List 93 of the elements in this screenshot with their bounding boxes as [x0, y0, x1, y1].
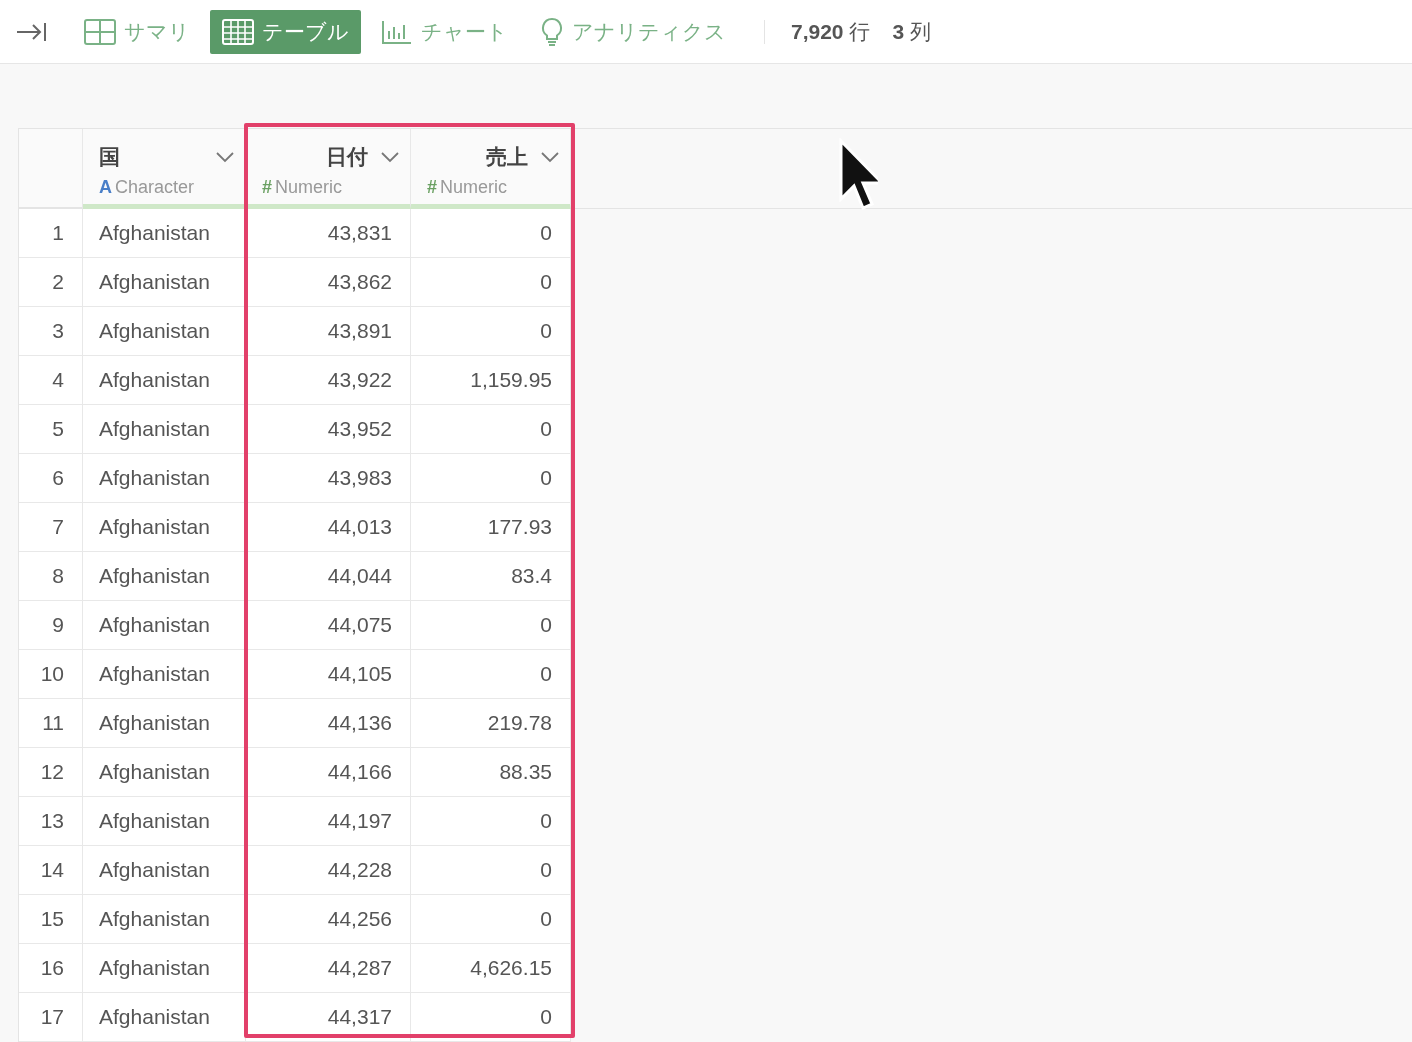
- column-type: Numeric: [440, 177, 508, 198]
- row-number: 1: [19, 209, 83, 258]
- row-number: 7: [19, 503, 83, 552]
- table-cell: Afghanistan: [83, 699, 246, 748]
- table-cell: 0: [411, 895, 571, 944]
- table-cell: 0: [411, 650, 571, 699]
- table-cell: 44,075: [246, 601, 411, 650]
- column-name: 日付: [325, 144, 368, 170]
- table-cell: 177.93: [411, 503, 571, 552]
- table-cell: 0: [411, 846, 571, 895]
- grid-icon: [84, 18, 116, 45]
- table-cell: Afghanistan: [83, 552, 246, 601]
- table-cell: 44,105: [246, 650, 411, 699]
- row-number: 9: [19, 601, 83, 650]
- table-cell: 44,197: [246, 797, 411, 846]
- view-tab[interactable]: テーブル: [210, 9, 361, 54]
- table-cell: 44,287: [246, 944, 411, 993]
- row-number: 11: [19, 699, 83, 748]
- table-cell: 1,159.95: [411, 356, 571, 405]
- column-header[interactable]: 売上 # Numeric: [411, 129, 571, 209]
- table-cell: Afghanistan: [83, 650, 246, 699]
- row-number: 2: [19, 258, 83, 307]
- column-type: Character: [115, 177, 195, 198]
- table-cell: 43,952: [246, 405, 411, 454]
- view-tab[interactable]: チャート: [369, 9, 520, 54]
- table-cell: 43,983: [246, 454, 411, 503]
- row-number: 6: [19, 454, 83, 503]
- table-cell: Afghanistan: [83, 454, 246, 503]
- table-cell: 4,626.15: [411, 944, 571, 993]
- row-number: 17: [19, 993, 83, 1042]
- table-cell: Afghanistan: [83, 797, 246, 846]
- column-type: Numeric: [275, 177, 343, 198]
- chevron-down-icon[interactable]: [380, 151, 400, 163]
- row-number: 10: [19, 650, 83, 699]
- table-cell: 43,862: [246, 258, 411, 307]
- table-cell: Afghanistan: [83, 307, 246, 356]
- table-cell: 43,922: [246, 356, 411, 405]
- lightbulb-icon: [540, 16, 564, 47]
- table-cell: Afghanistan: [83, 405, 246, 454]
- table-cell: 83.4: [411, 552, 571, 601]
- table-cell: 44,317: [246, 993, 411, 1042]
- table-cell: 0: [411, 601, 571, 650]
- column-header[interactable]: 日付 # Numeric: [246, 129, 411, 209]
- table-cell: Afghanistan: [83, 601, 246, 650]
- mouse-pointer-icon: [838, 138, 878, 212]
- table-cell: 44,166: [246, 748, 411, 797]
- table-icon: [222, 18, 254, 45]
- table-cell: Afghanistan: [83, 944, 246, 993]
- table-cell: 44,228: [246, 846, 411, 895]
- table-cell: Afghanistan: [83, 209, 246, 258]
- table-cell: 0: [411, 209, 571, 258]
- table-cell: Afghanistan: [83, 258, 246, 307]
- row-number: 15: [19, 895, 83, 944]
- table-cell: 43,891: [246, 307, 411, 356]
- table-cell: Afghanistan: [83, 895, 246, 944]
- row-number: 16: [19, 944, 83, 993]
- row-number: 4: [19, 356, 83, 405]
- chevron-down-icon[interactable]: [540, 151, 560, 163]
- type-symbol: #: [262, 177, 272, 198]
- row-count: 7,920 行: [791, 18, 871, 45]
- table-cell: 43,831: [246, 209, 411, 258]
- type-symbol: A: [99, 177, 112, 198]
- table-cell: 44,256: [246, 895, 411, 944]
- table-cell: 0: [411, 454, 571, 503]
- row-number: 3: [19, 307, 83, 356]
- row-number: 14: [19, 846, 83, 895]
- row-number: 12: [19, 748, 83, 797]
- table-cell: 219.78: [411, 699, 571, 748]
- table-cell: Afghanistan: [83, 748, 246, 797]
- table-cell: 0: [411, 797, 571, 846]
- view-tab[interactable]: アナリティクス: [528, 8, 738, 55]
- table-cell: Afghanistan: [83, 503, 246, 552]
- table-cell: 88.35: [411, 748, 571, 797]
- column-name: 売上: [485, 144, 528, 170]
- table-cell: 44,044: [246, 552, 411, 601]
- table-cell: Afghanistan: [83, 846, 246, 895]
- bar-chart-icon: [381, 18, 413, 45]
- column-count: 3 列: [892, 18, 931, 45]
- table-cell: 0: [411, 405, 571, 454]
- table-cell: 0: [411, 258, 571, 307]
- table-cell: 0: [411, 993, 571, 1042]
- chevron-down-icon[interactable]: [215, 151, 235, 163]
- type-symbol: #: [427, 177, 437, 198]
- row-number: 13: [19, 797, 83, 846]
- view-tab[interactable]: サマリ: [72, 9, 202, 54]
- table-cell: 44,013: [246, 503, 411, 552]
- column-name: 国: [99, 144, 121, 170]
- row-number: 8: [19, 552, 83, 601]
- row-number: 5: [19, 405, 83, 454]
- table-cell: Afghanistan: [83, 993, 246, 1042]
- table-cell: 0: [411, 307, 571, 356]
- table-cell: 44,136: [246, 699, 411, 748]
- table-cell: Afghanistan: [83, 356, 246, 405]
